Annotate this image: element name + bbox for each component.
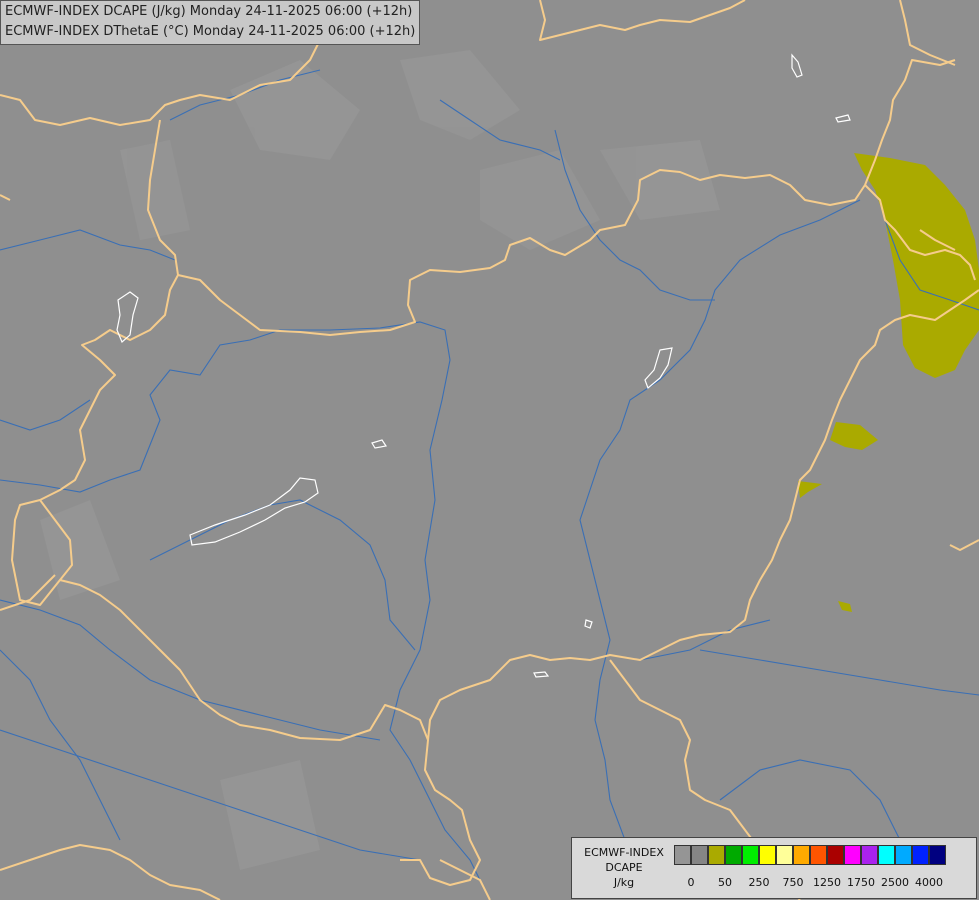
legend-swatch [759, 845, 776, 865]
legend-swatch [878, 845, 895, 865]
legend-swatch [725, 845, 742, 865]
title-line-dthetae: ECMWF-INDEX DThetaE (°C) Monday 24-11-20… [5, 24, 416, 39]
legend-swatch [844, 845, 861, 865]
legend-swatch [708, 845, 725, 865]
legend-tick-label: 750 [782, 876, 804, 889]
legend-swatch [674, 845, 691, 865]
title-line-dcape: ECMWF-INDEX DCAPE (J/kg) Monday 24-11-20… [5, 4, 413, 19]
legend-tick-label: 250 [748, 876, 770, 889]
legend-swatch [861, 845, 878, 865]
legend-tick-label: 1250 [813, 876, 841, 889]
legend-swatch [827, 845, 844, 865]
legend-swatches [674, 845, 946, 865]
legend-tick-label: 50 [718, 876, 732, 889]
legend-swatch [912, 845, 929, 865]
legend-title-line1: ECMWF-INDEX [584, 846, 664, 859]
legend-swatch [691, 845, 708, 865]
legend-tick-label: 2500 [881, 876, 909, 889]
legend-swatch [810, 845, 827, 865]
legend-title-line3: J/kg [613, 876, 635, 889]
legend-tick-label: 0 [687, 876, 695, 889]
legend-ticks: 0 50 250 750 1250 1750 2500 4000 [674, 876, 974, 892]
legend-swatch [742, 845, 759, 865]
map-canvas [0, 0, 979, 900]
title-box: ECMWF-INDEX DCAPE (J/kg) Monday 24-11-20… [0, 0, 421, 45]
legend-title-line2: DCAPE [605, 861, 643, 874]
color-legend: ECMWF-INDEX DCAPE J/kg 0 50 250 750 1250 1750… [571, 837, 977, 899]
legend-swatch [793, 845, 810, 865]
legend-swatch [895, 845, 912, 865]
legend-title: ECMWF-INDEX DCAPE J/kg [576, 845, 672, 890]
legend-tick-label: 4000 [915, 876, 943, 889]
legend-swatch [929, 845, 946, 865]
legend-swatch [776, 845, 793, 865]
legend-tick-label: 1750 [847, 876, 875, 889]
